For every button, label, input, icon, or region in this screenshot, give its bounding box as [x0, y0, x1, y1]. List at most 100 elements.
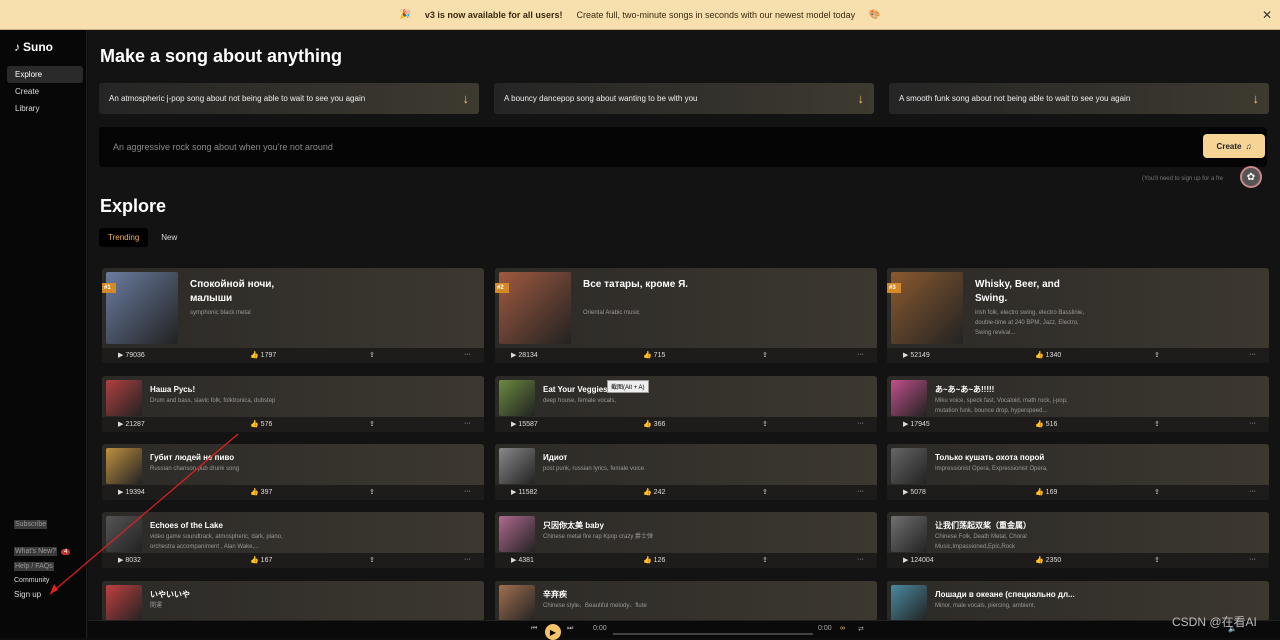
song-title[interactable]: Идиот — [543, 452, 843, 463]
share-icon[interactable]: ⇪ — [762, 420, 768, 428]
like-count[interactable]: 👍 1797 — [250, 351, 276, 359]
play-count[interactable]: ▶ 11582 — [511, 488, 537, 496]
song-cover[interactable] — [106, 448, 142, 484]
next-icon[interactable]: ⏭ — [567, 625, 573, 633]
play-count[interactable]: ▶ 8032 — [118, 556, 141, 564]
play-count[interactable]: ▶ 5078 — [903, 488, 926, 496]
song-cover[interactable] — [499, 380, 535, 416]
song-title[interactable]: あ~あ~あ~あ!!!!! — [935, 384, 1235, 395]
like-count[interactable]: 👍 169 — [1035, 488, 1057, 496]
song-cover[interactable] — [499, 448, 535, 484]
song-card[interactable]: 辛弃疾 Chinese style、Beautiful melody、flute — [495, 581, 877, 621]
share-icon[interactable]: ⇪ — [762, 351, 768, 359]
share-icon[interactable]: ⇪ — [1154, 351, 1160, 359]
more-icon[interactable]: ··· — [857, 488, 864, 495]
sidebar-item-library[interactable]: Library — [7, 100, 83, 117]
song-prompt-input[interactable]: An aggressive rock song about when you'r… — [99, 127, 1267, 167]
create-button[interactable]: Create ♫ — [1203, 134, 1265, 158]
play-count[interactable]: ▶ 79036 — [118, 351, 145, 359]
song-cover[interactable] — [891, 585, 927, 621]
song-title[interactable]: Спокойной ночи, малыши — [190, 278, 300, 306]
more-icon[interactable]: ··· — [1249, 488, 1256, 495]
song-card[interactable]: Echoes of the Lake video game soundtrack,… — [102, 512, 484, 568]
song-title[interactable]: Наша Русь! — [150, 384, 450, 395]
signup-link[interactable]: Sign up — [14, 590, 70, 599]
play-count[interactable]: ▶ 21287 — [118, 420, 145, 428]
like-count[interactable]: 👍 1340 — [1035, 351, 1061, 359]
song-cover[interactable] — [106, 585, 142, 621]
loop-icon[interactable]: ∞ — [840, 625, 845, 632]
song-title[interactable]: Губит людей не пиво — [150, 452, 450, 463]
prompt-suggestion[interactable]: A smooth funk song about not being able … — [889, 83, 1269, 114]
song-title[interactable]: Echoes of the Lake — [150, 520, 450, 531]
more-icon[interactable]: ··· — [464, 420, 471, 427]
share-icon[interactable]: ⇪ — [369, 488, 375, 496]
song-title[interactable]: 只因你太美 baby — [543, 520, 843, 531]
song-title[interactable]: Только кушать охота порой — [935, 452, 1235, 463]
song-cover[interactable] — [499, 272, 571, 344]
song-card[interactable]: #3 Whisky, Beer, and Swing. irish folk, el… — [887, 268, 1269, 363]
more-icon[interactable]: ··· — [1249, 420, 1256, 427]
share-icon[interactable]: ⇪ — [1154, 488, 1160, 496]
subscribe-link[interactable]: Subscribe — [14, 520, 48, 529]
tab-trending[interactable]: Trending — [99, 228, 149, 247]
song-title[interactable]: いやいいや — [150, 589, 450, 600]
song-title[interactable]: 辛弃疾 — [543, 589, 843, 600]
song-cover[interactable] — [106, 380, 142, 416]
more-icon[interactable]: ··· — [464, 351, 471, 358]
like-count[interactable]: 👍 576 — [250, 420, 272, 428]
song-title[interactable]: Eat Your Veggies! — [543, 384, 843, 395]
floating-avatar-icon[interactable]: ✿ — [1240, 166, 1262, 188]
share-icon[interactable]: ⇪ — [1154, 420, 1160, 428]
like-count[interactable]: 👍 366 — [643, 420, 665, 428]
more-icon[interactable]: ··· — [857, 420, 864, 427]
share-icon[interactable]: ⇪ — [369, 351, 375, 359]
song-card[interactable]: あ~あ~あ~あ!!!!! Miku voice, speck fast, Voca… — [887, 376, 1269, 432]
song-card[interactable]: Только кушать охота порой Impressionist O… — [887, 444, 1269, 500]
more-icon[interactable]: ··· — [1249, 351, 1256, 358]
share-icon[interactable]: ⇪ — [1154, 556, 1160, 564]
whats-new-link[interactable]: What's New? — [14, 547, 58, 556]
play-count[interactable]: ▶ 19394 — [118, 488, 145, 496]
song-cover[interactable] — [499, 516, 535, 552]
play-count[interactable]: ▶ 4381 — [511, 556, 534, 564]
community-link[interactable]: Community — [14, 577, 70, 584]
like-count[interactable]: 👍 715 — [643, 351, 665, 359]
song-cover[interactable] — [891, 448, 927, 484]
share-icon[interactable]: ⇪ — [762, 488, 768, 496]
song-card[interactable]: Губит людей не пиво Russian chanson pub d… — [102, 444, 484, 500]
share-icon[interactable]: ⇪ — [369, 556, 375, 564]
song-title[interactable]: Все татары, кроме Я. — [583, 278, 693, 292]
song-cover[interactable] — [891, 516, 927, 552]
play-count[interactable]: ▶ 124004 — [903, 556, 934, 564]
prompt-suggestion[interactable]: An atmospheric j-pop song about not bein… — [99, 83, 479, 114]
prompt-suggestion[interactable]: A bouncy dancepop song about wanting to … — [494, 83, 874, 114]
more-icon[interactable]: ··· — [464, 488, 471, 495]
like-count[interactable]: 👍 126 — [643, 556, 665, 564]
song-title[interactable]: Лошади в океане (специально дл... — [935, 589, 1235, 600]
song-card[interactable]: 让我们荡起双桨（重金属） Chinese Folk, Death Metal, C… — [887, 512, 1269, 568]
shuffle-icon[interactable]: ⇄ — [858, 625, 864, 633]
sidebar-item-explore[interactable]: Explore — [7, 66, 83, 83]
like-count[interactable]: 👍 242 — [643, 488, 665, 496]
play-count[interactable]: ▶ 28134 — [511, 351, 538, 359]
progress-bar[interactable] — [613, 633, 813, 635]
song-cover[interactable] — [891, 380, 927, 416]
like-count[interactable]: 👍 2350 — [1035, 556, 1061, 564]
song-cover[interactable] — [891, 272, 963, 344]
tab-new[interactable]: New — [152, 228, 186, 247]
song-card[interactable]: Идиот post punk, russian lyrics, female v… — [495, 444, 877, 500]
more-icon[interactable]: ··· — [464, 556, 471, 563]
like-count[interactable]: 👍 167 — [250, 556, 272, 564]
song-card[interactable]: 只因你太美 baby Chinese metal fire rap Kpop cr… — [495, 512, 877, 568]
song-card[interactable]: #2 Все татары, кроме Я. Oriental Arabic mu… — [495, 268, 877, 363]
close-icon[interactable]: ✕ — [1262, 8, 1272, 22]
play-count[interactable]: ▶ 15587 — [511, 420, 538, 428]
more-icon[interactable]: ··· — [857, 556, 864, 563]
previous-icon[interactable]: ⏮ — [531, 625, 537, 633]
sidebar-item-create[interactable]: Create — [7, 83, 83, 100]
like-count[interactable]: 👍 397 — [250, 488, 272, 496]
song-cover[interactable] — [499, 585, 535, 621]
share-icon[interactable]: ⇪ — [369, 420, 375, 428]
song-card[interactable]: Наша Русь! Drum and bass, slavic folk, fo… — [102, 376, 484, 432]
